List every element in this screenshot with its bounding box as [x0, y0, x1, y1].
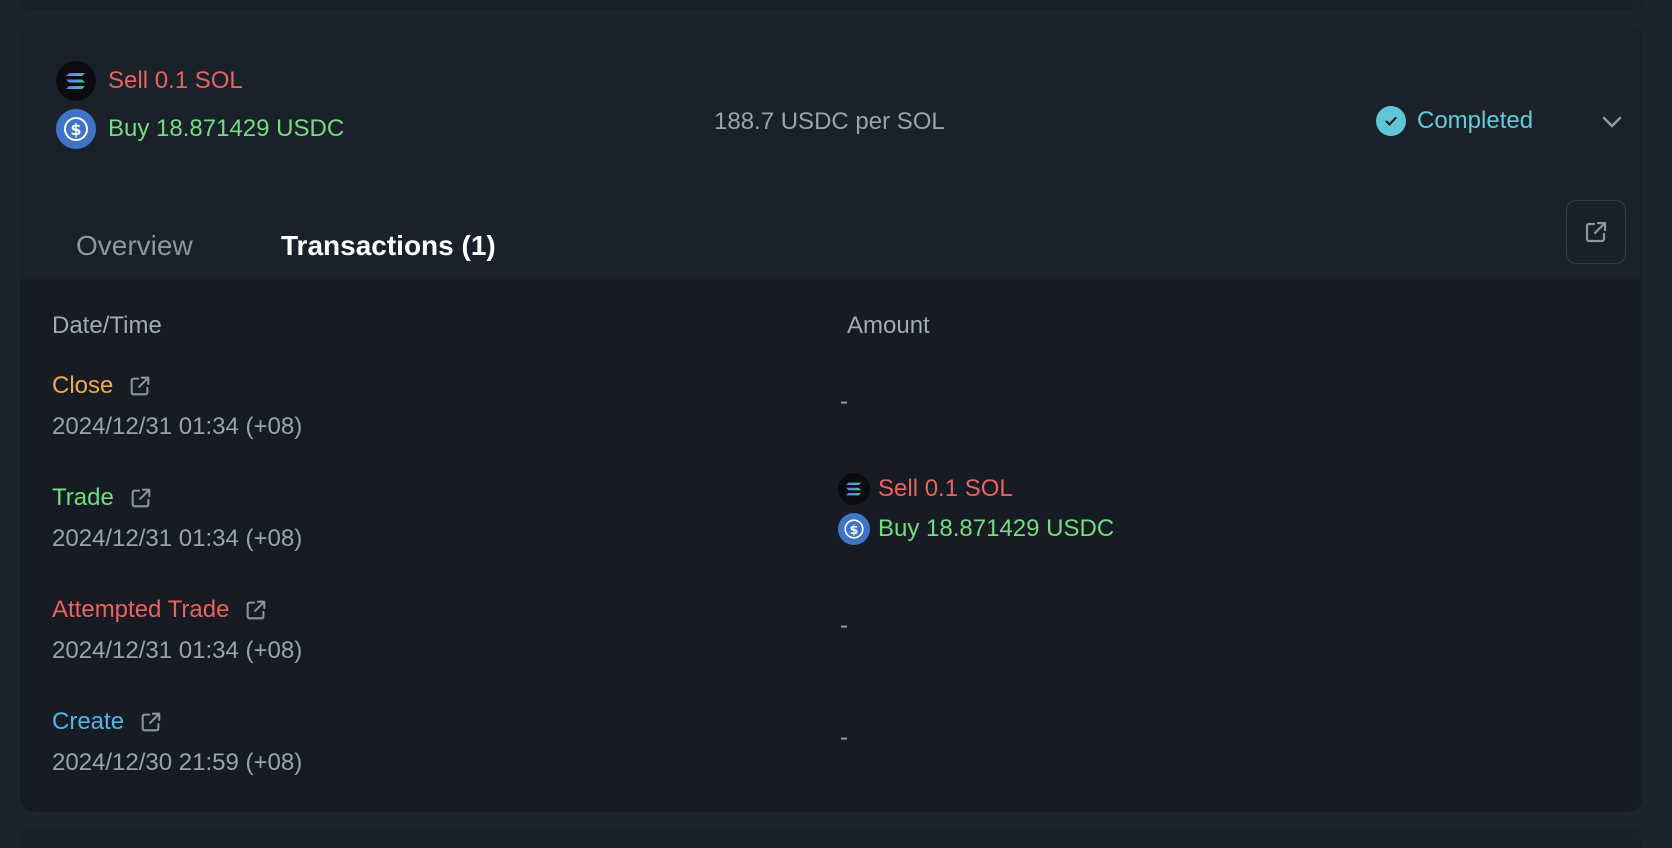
external-link-icon[interactable] — [243, 597, 269, 623]
svg-text:$: $ — [70, 120, 81, 139]
buy-amount: Buy 18.871429 USDC — [108, 115, 345, 142]
svg-text:$: $ — [850, 523, 859, 538]
table-row: Trade 2024/12/31 01:34 (+08) Sell 0.1 SO… — [20, 473, 1642, 593]
usdc-icon: $ — [56, 109, 96, 149]
table-row: Close 2024/12/31 01:34 (+08) - — [20, 369, 1642, 481]
tab-overview[interactable]: Overview — [76, 230, 193, 262]
solana-icon — [838, 473, 870, 505]
event-label: Attempted Trade — [52, 596, 230, 623]
event-cell: Trade — [52, 481, 154, 515]
event-label: Trade — [52, 484, 114, 511]
previous-order-card — [20, 0, 1642, 10]
event-label: Create — [52, 708, 125, 735]
solana-icon — [56, 61, 96, 101]
sell-amount: Sell 0.1 SOL — [878, 475, 1013, 502]
amount-cell: - — [840, 724, 848, 751]
column-header-amount: Amount — [847, 312, 930, 339]
event-time: 2024/12/31 01:34 (+08) — [52, 413, 303, 440]
amount-buy: $ Buy 18.871429 USDC — [838, 512, 1114, 546]
tab-transactions[interactable]: Transactions (1) — [281, 230, 496, 262]
external-link-icon[interactable] — [128, 485, 154, 511]
next-order-card — [20, 828, 1642, 848]
event-time: 2024/12/31 01:34 (+08) — [52, 525, 303, 552]
external-link-icon[interactable] — [127, 373, 153, 399]
amount-cell: - — [840, 388, 848, 415]
sell-row: Sell 0.1 SOL — [56, 61, 243, 101]
event-cell: Create — [52, 705, 164, 739]
amount-cell: - — [840, 612, 848, 639]
event-label: Close — [52, 372, 114, 399]
event-cell: Close — [52, 369, 153, 403]
open-external-button[interactable] — [1566, 200, 1626, 264]
external-link-icon[interactable] — [138, 709, 164, 735]
event-time: 2024/12/31 01:34 (+08) — [52, 637, 303, 664]
event-cell: Attempted Trade — [52, 593, 269, 627]
table-row: Attempted Trade 2024/12/31 01:34 (+08) - — [20, 593, 1642, 705]
sell-amount: Sell 0.1 SOL — [108, 67, 243, 94]
column-header-datetime: Date/Time — [52, 312, 162, 339]
order-header[interactable]: Sell 0.1 SOL $ Buy 18.871429 USDC 188.7 … — [20, 24, 1642, 184]
exchange-rate: 188.7 USDC per SOL — [714, 108, 945, 135]
external-link-icon — [1585, 221, 1607, 243]
amount-sell: Sell 0.1 SOL — [838, 472, 1013, 506]
usdc-icon: $ — [838, 513, 870, 545]
transactions-table: Date/Time Amount Close 2024/12/31 01:34 … — [20, 279, 1642, 812]
buy-row: $ Buy 18.871429 USDC — [56, 109, 344, 149]
chevron-down-icon[interactable] — [1598, 108, 1626, 136]
buy-amount: Buy 18.871429 USDC — [878, 515, 1115, 542]
order-card: Sell 0.1 SOL $ Buy 18.871429 USDC 188.7 … — [20, 24, 1642, 812]
check-circle-icon — [1376, 106, 1406, 136]
status-label: Completed — [1417, 107, 1534, 134]
status-badge: Completed — [1376, 106, 1533, 136]
table-row: Create 2024/12/30 21:59 (+08) - — [20, 705, 1642, 812]
event-time: 2024/12/30 21:59 (+08) — [52, 749, 303, 776]
